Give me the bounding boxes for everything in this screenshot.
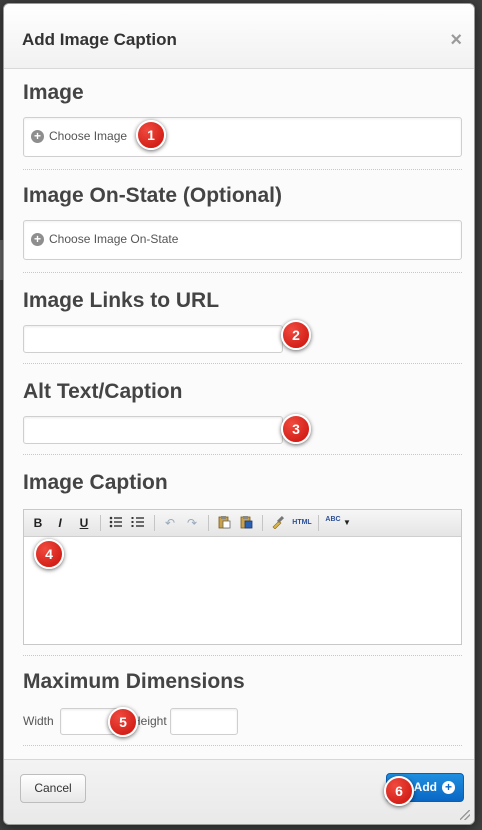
- add-button-label: Add: [413, 780, 437, 794]
- image-links-url-section-title: Image Links to URL: [23, 289, 220, 312]
- paste-icon[interactable]: [216, 515, 232, 531]
- alt-text-input[interactable]: [23, 416, 283, 444]
- plus-circle-icon: +: [31, 233, 44, 246]
- annotation-badge: 6: [384, 776, 414, 806]
- bold-button[interactable]: B: [32, 515, 44, 531]
- cleanup-brush-icon[interactable]: [270, 515, 286, 531]
- bullet-list-icon[interactable]: [108, 515, 124, 531]
- toolbar-separator: [208, 515, 209, 531]
- plus-circle-icon: +: [442, 781, 455, 794]
- toolbar-separator: [318, 515, 319, 531]
- close-icon[interactable]: ×: [450, 30, 462, 50]
- choose-image-on-state-label: Choose Image On-State: [49, 232, 179, 246]
- dialog-header: Add Image Caption ×: [4, 4, 474, 69]
- divider: [23, 745, 462, 746]
- redo-icon[interactable]: ↷: [184, 515, 200, 531]
- width-label: Width: [23, 714, 54, 728]
- html-source-button[interactable]: HTML: [290, 515, 314, 531]
- dialog-body: Image + Choose Image Image On-State (Opt…: [4, 69, 474, 760]
- alt-text-section-title: Alt Text/Caption: [23, 380, 183, 403]
- choose-image-on-state-button[interactable]: + Choose Image On-State: [23, 220, 462, 260]
- cancel-button[interactable]: Cancel: [20, 774, 86, 803]
- annotation-badge: 4: [34, 539, 64, 569]
- plus-circle-icon: +: [31, 130, 44, 143]
- image-caption-section-title: Image Caption: [23, 471, 168, 494]
- underline-button[interactable]: U: [78, 515, 90, 531]
- toolbar-separator: [100, 515, 101, 531]
- add-image-caption-dialog: Add Image Caption × Image + Choose Image…: [3, 3, 475, 825]
- numbered-list-icon[interactable]: [130, 515, 146, 531]
- divider: [23, 363, 462, 364]
- choose-image-button[interactable]: + Choose Image: [23, 117, 462, 157]
- divider: [23, 169, 462, 170]
- editor-toolbar: B I U ↶ ↷ HTML ABC ▼: [24, 510, 461, 537]
- height-input[interactable]: [170, 708, 238, 735]
- image-section-title: Image: [23, 81, 84, 104]
- annotation-badge: 5: [108, 707, 138, 737]
- italic-button[interactable]: I: [54, 515, 66, 531]
- annotation-badge: 2: [281, 320, 311, 350]
- paste-word-icon[interactable]: [238, 515, 254, 531]
- annotation-badge: 3: [281, 414, 311, 444]
- resize-handle-icon[interactable]: [460, 810, 470, 820]
- divider: [23, 272, 462, 273]
- divider: [23, 454, 462, 455]
- max-dimensions-section-title: Maximum Dimensions: [23, 670, 245, 693]
- image-url-input[interactable]: [23, 325, 283, 353]
- image-on-state-section-title: Image On-State (Optional): [23, 184, 283, 207]
- editor-content-area[interactable]: [24, 537, 461, 644]
- toolbar-separator: [154, 515, 155, 531]
- caption-rich-text-editor: B I U ↶ ↷ HTML ABC ▼: [23, 509, 462, 645]
- undo-icon[interactable]: ↶: [162, 515, 178, 531]
- dialog-title: Add Image Caption: [22, 30, 177, 49]
- divider: [23, 655, 462, 656]
- spellcheck-icon[interactable]: ABC: [324, 515, 342, 531]
- chevron-down-icon[interactable]: ▼: [342, 515, 352, 531]
- toolbar-separator: [262, 515, 263, 531]
- annotation-badge: 1: [136, 120, 166, 150]
- choose-image-label: Choose Image: [49, 129, 128, 143]
